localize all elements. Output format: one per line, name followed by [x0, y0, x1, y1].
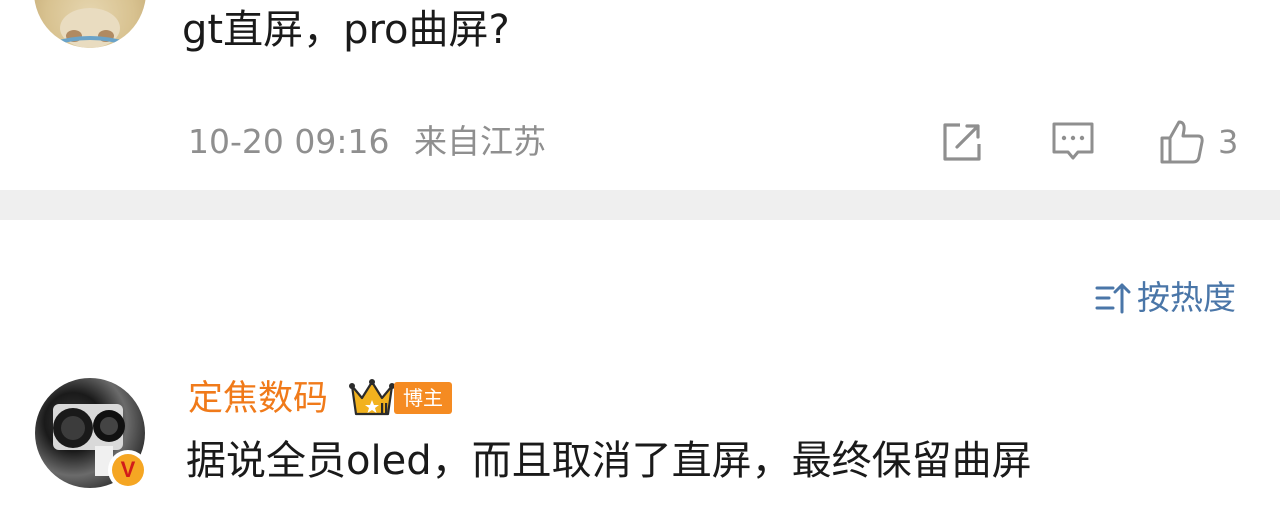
- share-icon: [943, 123, 981, 161]
- thumbs-up-icon: [1160, 120, 1204, 164]
- sort-toggle[interactable]: 按热度: [1095, 276, 1236, 320]
- username[interactable]: 定焦数码: [188, 376, 328, 422]
- post-card: gt直屏，pro曲屏? 10-20 09:16 来自江苏 3: [0, 0, 1280, 190]
- post-meta: 10-20 09:16 来自江苏: [188, 120, 546, 164]
- verified-mark: V: [112, 454, 144, 486]
- post-text: gt直屏，pro曲屏?: [182, 7, 510, 53]
- role-badge: 博主: [394, 382, 452, 414]
- sort-label: 按热度: [1137, 278, 1236, 317]
- comment-icon: [1052, 122, 1094, 160]
- like-button[interactable]: 3: [1158, 118, 1238, 166]
- avatar[interactable]: [34, 0, 146, 48]
- verified-badge: V: [108, 450, 148, 490]
- section-divider: [0, 190, 1280, 220]
- post-time: 10-20 09:16: [188, 122, 390, 161]
- share-button[interactable]: [940, 118, 984, 166]
- avatar-image: [51, 8, 129, 48]
- post-location: 来自江苏: [413, 122, 546, 161]
- comment-button[interactable]: [1050, 118, 1096, 166]
- comment-item: V 定焦数码 博主 据说全员oled，而且取消了直屏，最终保留曲屏: [0, 360, 1280, 518]
- sort-icon: [1095, 283, 1131, 314]
- comment-text: 据说全员oled，而且取消了直屏，最终保留曲屏: [186, 438, 1032, 484]
- like-count: 3: [1218, 123, 1239, 161]
